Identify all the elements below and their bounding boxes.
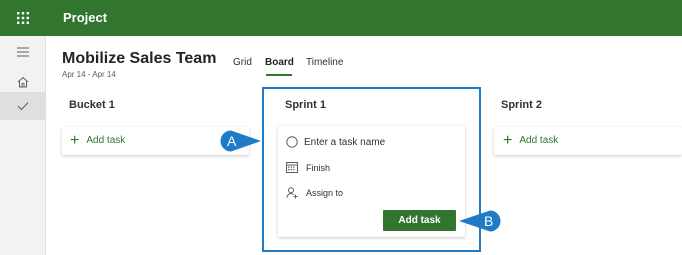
bucket-title[interactable]: Bucket 1	[69, 99, 115, 111]
callout-b-label: B	[484, 213, 494, 229]
plan-dates: Apr 14 - Apr 14	[62, 70, 116, 79]
active-tab-indicator	[266, 74, 292, 76]
tab-timeline[interactable]: Timeline	[306, 57, 343, 68]
hamburger-icon[interactable]	[0, 38, 45, 66]
tab-grid[interactable]: Grid	[233, 57, 252, 68]
add-task-button[interactable]: + Add task	[503, 131, 559, 149]
app-header: Project	[0, 0, 682, 36]
bucket-title[interactable]: Sprint 2	[501, 99, 542, 111]
callout-a-label: A	[227, 133, 237, 149]
highlight-frame	[262, 87, 481, 252]
app-title: Project	[63, 10, 108, 25]
add-task-label: Add task	[519, 135, 559, 146]
checkmark-icon[interactable]	[0, 92, 45, 120]
tab-board[interactable]: Board	[265, 57, 294, 68]
plan-title: Mobilize Sales Team	[62, 50, 217, 67]
add-task-label: Add task	[86, 135, 126, 146]
add-task-button[interactable]: + Add task	[70, 131, 126, 149]
left-rail	[0, 36, 46, 255]
plus-icon: +	[503, 131, 513, 149]
callout-a-marker	[220, 130, 261, 152]
callout-b-marker	[459, 210, 501, 232]
waffle-icon[interactable]	[0, 0, 46, 36]
plus-icon: +	[70, 131, 80, 149]
